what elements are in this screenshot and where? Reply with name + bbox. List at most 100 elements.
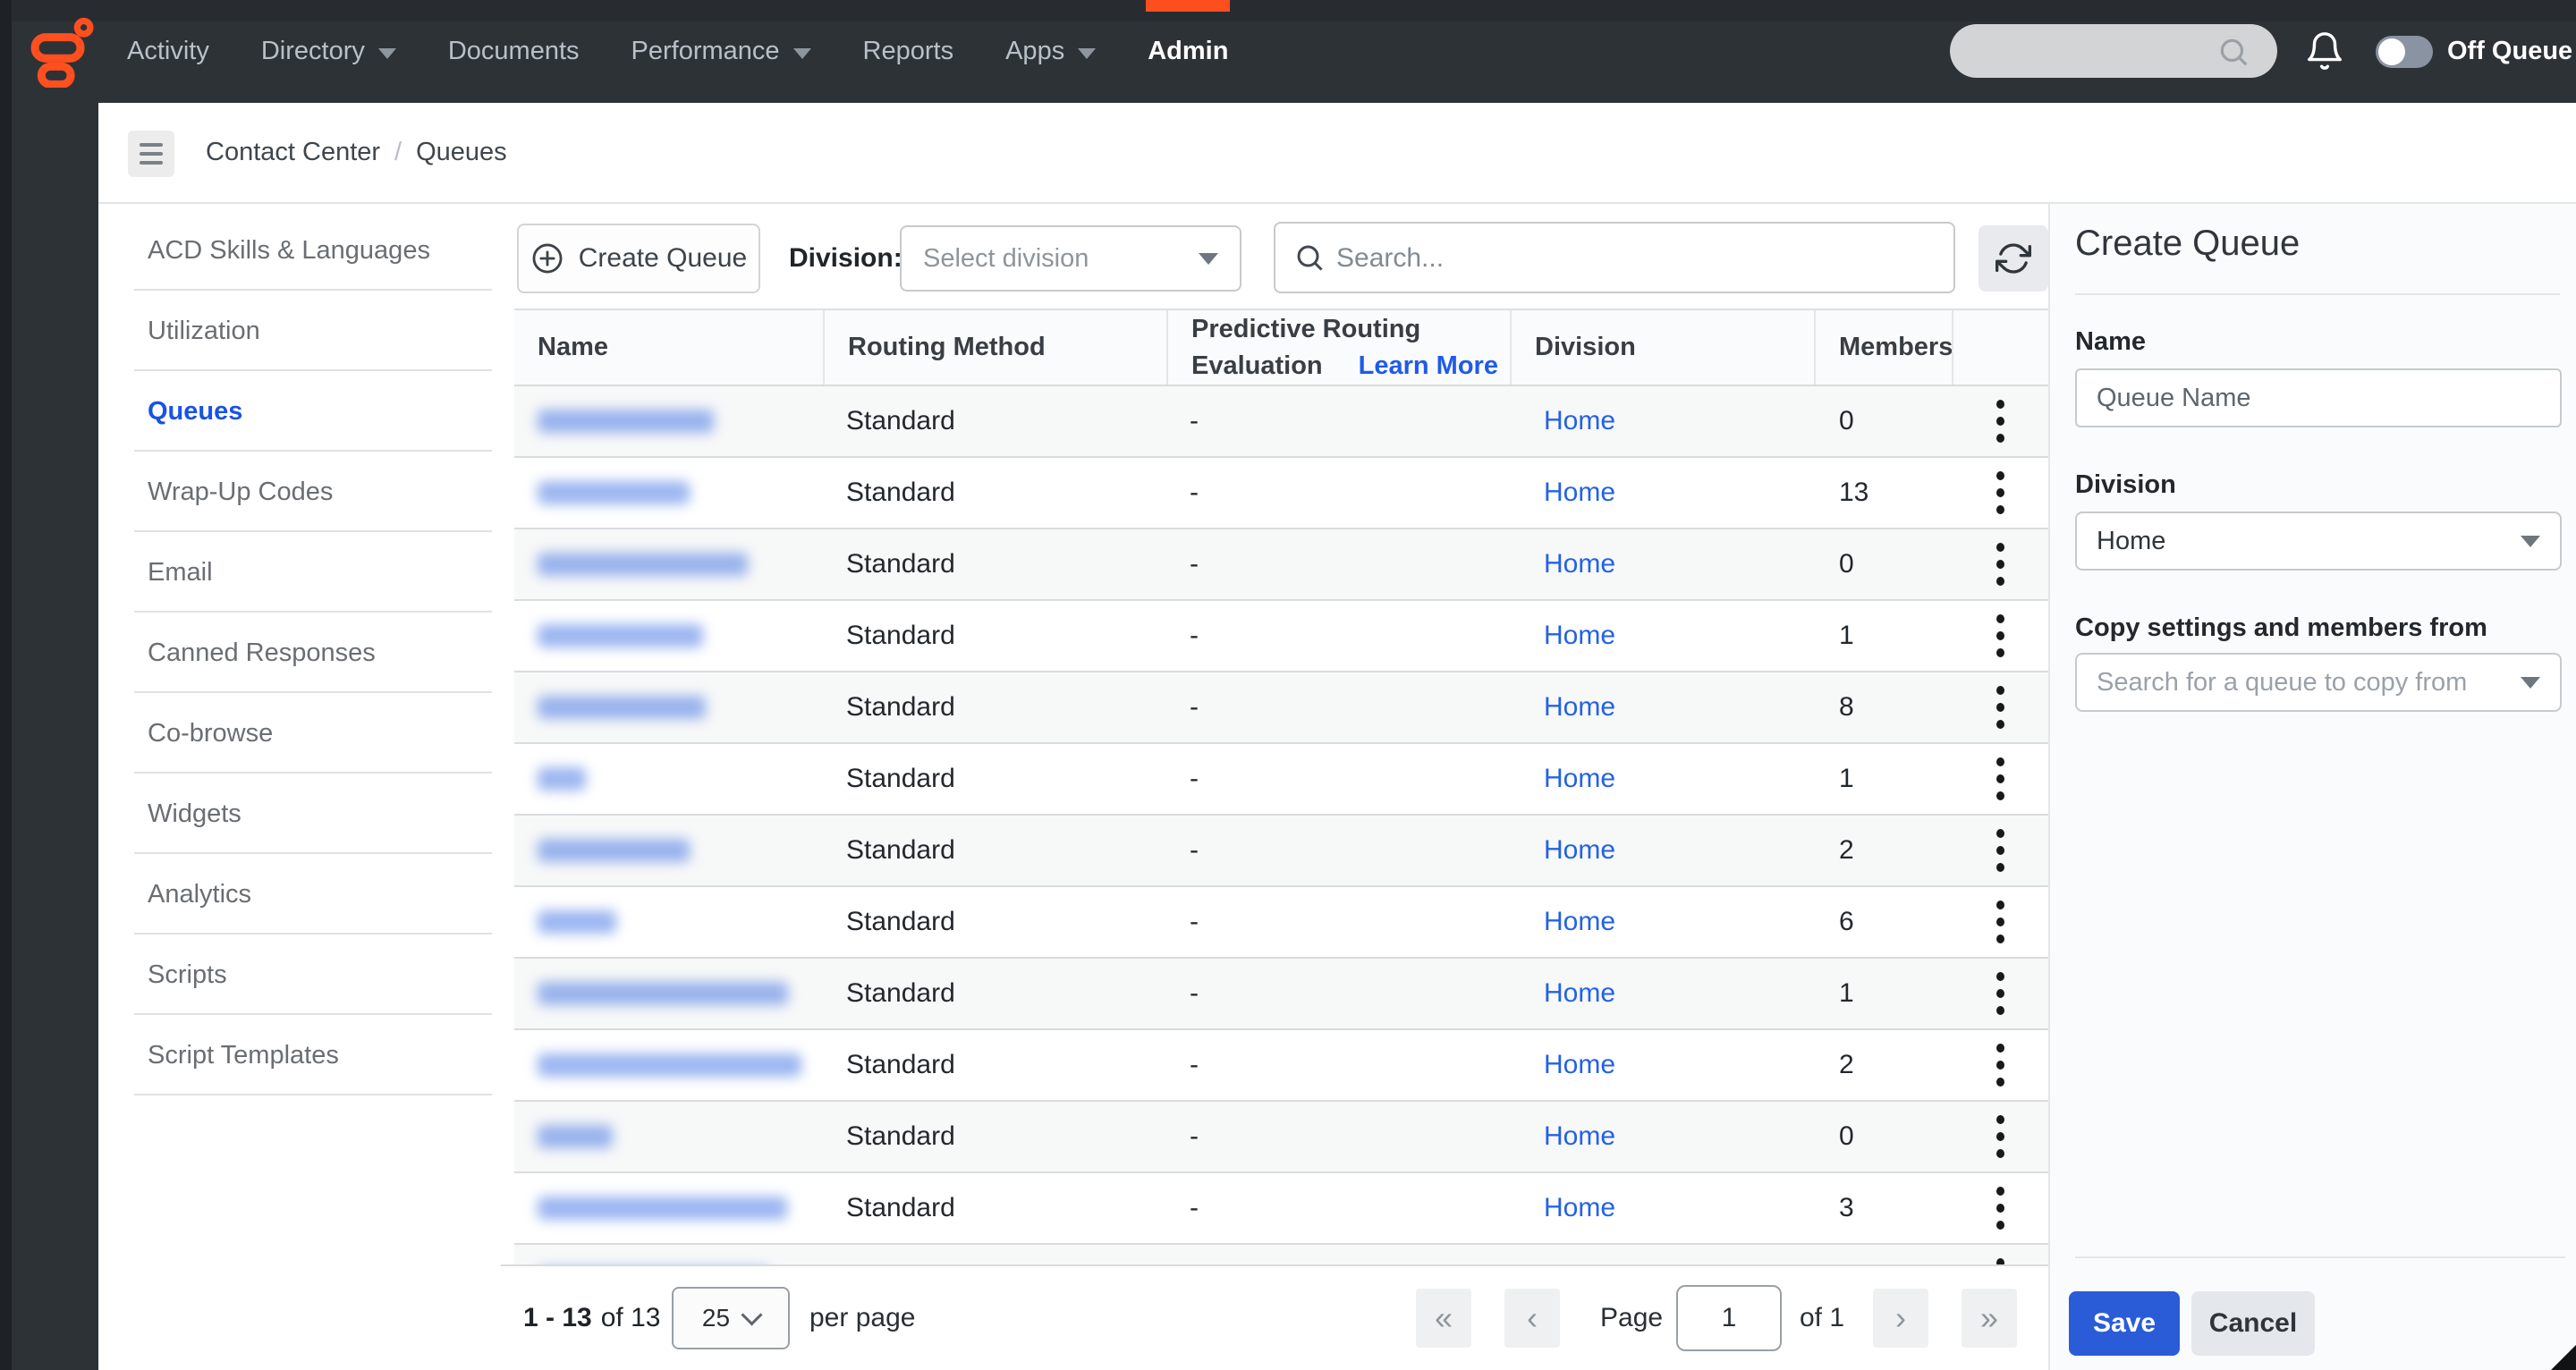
queue-name-link-redacted[interactable] xyxy=(538,553,748,576)
sidebar-item-scripts[interactable]: Scripts xyxy=(98,934,501,1015)
kebab-menu-icon[interactable] xyxy=(1991,681,2010,734)
queue-name-cell xyxy=(514,1030,823,1100)
division-link[interactable]: Home xyxy=(1544,478,1615,508)
sidebar-item-script-templates[interactable]: Script Templates xyxy=(98,1015,501,1095)
division-link[interactable]: Home xyxy=(1544,764,1615,794)
actions-cell xyxy=(1952,887,2048,957)
kebab-menu-icon[interactable] xyxy=(1991,752,2010,806)
division-link[interactable]: Home xyxy=(1544,907,1615,937)
panel-division-select[interactable]: Home xyxy=(2075,512,2562,571)
genesys-logo-icon[interactable] xyxy=(29,16,97,88)
division-link[interactable]: Home xyxy=(1544,621,1615,651)
menu-hamburger-button[interactable] xyxy=(128,131,174,177)
sidebar-item-email[interactable]: Email xyxy=(98,532,501,613)
sidebar-item-canned-responses[interactable]: Canned Responses xyxy=(98,613,501,693)
kebab-menu-icon[interactable] xyxy=(1991,466,2010,520)
nav-item-apps[interactable]: Apps xyxy=(1005,0,1096,103)
sidebar-item-co-browse[interactable]: Co-browse xyxy=(98,693,501,774)
nav-item-directory[interactable]: Directory xyxy=(261,0,396,103)
learn-more-link[interactable]: Learn More xyxy=(1359,351,1498,381)
queue-name-link-redacted[interactable] xyxy=(538,624,703,647)
members-cell: 3 xyxy=(1814,1173,1952,1243)
routing-method-cell: Standard xyxy=(823,1173,1166,1243)
division-link[interactable]: Home xyxy=(1544,1050,1615,1080)
members-cell xyxy=(1814,1245,1952,1264)
queue-name-link-redacted[interactable] xyxy=(538,982,788,1005)
table-row: Standard - Home xyxy=(514,1245,2048,1264)
nav-item-admin[interactable]: Admin xyxy=(1148,0,1228,103)
division-link[interactable]: Home xyxy=(1544,978,1615,1009)
off-queue-toggle[interactable] xyxy=(2376,36,2433,68)
queue-search-input[interactable] xyxy=(1335,224,1946,293)
division-link[interactable]: Home xyxy=(1544,835,1615,866)
kebab-menu-icon[interactable] xyxy=(1991,967,2010,1020)
page-number-input[interactable] xyxy=(1676,1285,1782,1351)
sidebar-item-widgets[interactable]: Widgets xyxy=(98,774,501,854)
division-link[interactable]: Home xyxy=(1544,692,1615,723)
cancel-button[interactable]: Cancel xyxy=(2191,1291,2315,1356)
sidebar-item-queues[interactable]: Queues xyxy=(98,371,501,452)
division-cell: Home xyxy=(1510,1102,1814,1171)
queue-name-link-redacted[interactable] xyxy=(538,1125,613,1148)
kebab-menu-icon[interactable] xyxy=(1991,824,2010,877)
queue-name-link-redacted[interactable] xyxy=(538,410,714,433)
copy-queue-select[interactable]: Search for a queue to copy from xyxy=(2075,653,2562,712)
notifications-bell-icon[interactable] xyxy=(2304,30,2345,72)
predictive-routing-cell: - xyxy=(1166,959,1510,1028)
kebab-menu-icon[interactable] xyxy=(1991,537,2010,591)
breadcrumb-section[interactable]: Contact Center xyxy=(206,138,380,167)
last-page-button[interactable]: » xyxy=(1962,1289,2017,1348)
kebab-menu-icon[interactable] xyxy=(1991,394,2010,448)
sidebar-item-wrap-up-codes[interactable]: Wrap-Up Codes xyxy=(98,452,501,532)
division-link[interactable]: Home xyxy=(1544,1121,1615,1152)
actions-cell xyxy=(1952,816,2048,885)
division-filter-select[interactable]: Select division xyxy=(900,225,1241,292)
panel-division-value: Home xyxy=(2097,527,2165,556)
page-size-value: 25 xyxy=(702,1304,730,1332)
division-link[interactable]: Home xyxy=(1544,406,1615,436)
sidebar-item-acd-skills-languages[interactable]: ACD Skills & Languages xyxy=(98,210,501,291)
queue-name-link-redacted[interactable] xyxy=(538,1053,801,1077)
routing-method-cell: Standard xyxy=(823,1102,1166,1171)
queue-name-link-redacted[interactable] xyxy=(538,767,586,791)
division-cell: Home xyxy=(1510,386,1814,456)
queue-name-link-redacted[interactable] xyxy=(538,696,706,719)
first-page-button[interactable]: « xyxy=(1416,1289,1471,1348)
nav-item-reports[interactable]: Reports xyxy=(863,0,954,103)
kebab-menu-icon[interactable] xyxy=(1991,609,2010,663)
kebab-menu-icon[interactable] xyxy=(1991,1038,2010,1092)
kebab-menu-icon[interactable] xyxy=(1991,1110,2010,1163)
refresh-button[interactable] xyxy=(1979,225,2048,292)
column-header-name[interactable]: Name xyxy=(514,310,823,385)
queue-name-cell xyxy=(514,816,823,885)
queue-name-link-redacted[interactable] xyxy=(538,910,616,934)
per-page-label: per page xyxy=(809,1266,915,1370)
pagination-bar: 1 - 13 of 13 25 per page « ‹ Page of 1 ›… xyxy=(501,1264,2048,1370)
search-icon xyxy=(2216,35,2250,69)
column-header-routing-method[interactable]: Routing Method xyxy=(823,310,1166,385)
kebab-menu-icon[interactable] xyxy=(1991,895,2010,949)
nav-item-performance[interactable]: Performance xyxy=(631,0,811,103)
prev-page-button[interactable]: ‹ xyxy=(1504,1289,1560,1348)
actions-cell xyxy=(1952,1173,2048,1243)
nav-item-activity[interactable]: Activity xyxy=(127,0,209,103)
queue-name-link-redacted[interactable] xyxy=(538,839,690,862)
save-button[interactable]: Save xyxy=(2069,1291,2180,1356)
sidebar-item-utilization[interactable]: Utilization xyxy=(98,291,501,371)
division-link[interactable]: Home xyxy=(1544,1193,1615,1223)
column-header-members[interactable]: Members xyxy=(1814,310,1952,385)
queue-name-field[interactable] xyxy=(2075,368,2562,427)
page-size-select[interactable]: 25 xyxy=(672,1287,790,1349)
create-queue-button[interactable]: Create Queue xyxy=(517,224,760,293)
next-page-button[interactable]: › xyxy=(1873,1289,1928,1348)
sidebar-item-analytics[interactable]: Analytics xyxy=(98,854,501,934)
queue-name-link-redacted[interactable] xyxy=(538,1197,787,1220)
routing-method-cell: Standard xyxy=(823,529,1166,599)
caret-down-icon xyxy=(793,48,811,59)
division-link[interactable]: Home xyxy=(1544,549,1615,579)
column-header-division[interactable]: Division xyxy=(1510,310,1814,385)
nav-item-documents[interactable]: Documents xyxy=(448,0,580,103)
queue-name-link-redacted[interactable] xyxy=(538,481,690,504)
kebab-menu-icon[interactable] xyxy=(1991,1181,2010,1235)
kebab-menu-icon[interactable] xyxy=(1991,1253,2010,1264)
